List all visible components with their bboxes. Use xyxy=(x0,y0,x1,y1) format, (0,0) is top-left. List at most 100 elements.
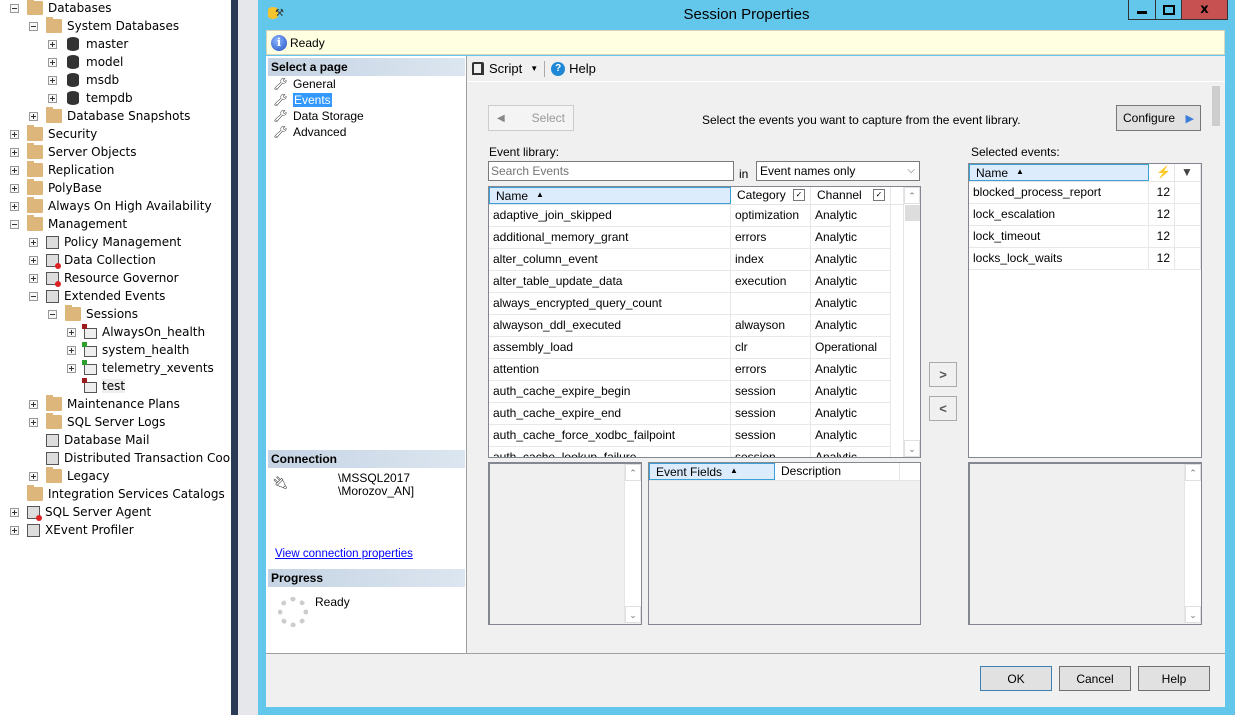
event-library-row[interactable]: additional_memory_grant errors Analytic xyxy=(489,227,891,249)
page-item-general[interactable]: 🔧︎ General xyxy=(273,76,336,92)
tree-node[interactable]: model xyxy=(48,53,123,71)
tree-node[interactable]: Extended Events xyxy=(29,287,165,305)
remove-event-button[interactable]: < xyxy=(929,396,957,421)
page-item-advanced[interactable]: 🔧︎ Advanced xyxy=(273,124,347,140)
expand-icon[interactable] xyxy=(29,417,38,427)
expand-icon[interactable] xyxy=(10,129,19,139)
event-library-row[interactable]: assembly_load clr Operational xyxy=(489,337,891,359)
expand-icon[interactable] xyxy=(67,345,76,355)
column-header-category[interactable]: Category ✓ xyxy=(731,187,811,204)
collapse-icon[interactable] xyxy=(29,21,38,31)
tree-node[interactable]: Databases xyxy=(10,0,112,17)
collapse-icon[interactable] xyxy=(48,309,57,319)
expand-icon[interactable] xyxy=(67,327,76,337)
tree-node[interactable]: XEvent Profiler xyxy=(10,521,134,539)
tree-node[interactable]: Data Collection xyxy=(29,251,156,269)
selected-event-row[interactable]: blocked_process_report 12 xyxy=(969,182,1201,204)
scroll-up-icon[interactable]: ⌃ xyxy=(904,187,920,204)
tree-node[interactable]: Integration Services Catalogs xyxy=(10,485,225,503)
collapse-icon[interactable] xyxy=(10,3,19,13)
expand-icon[interactable] xyxy=(10,165,19,175)
event-library-row[interactable]: alter_column_event index Analytic xyxy=(489,249,891,271)
help-button[interactable]: Help xyxy=(1138,666,1210,691)
column-header-event-fields[interactable]: Event Fields ▲ xyxy=(649,463,775,480)
tree-node[interactable]: PolyBase xyxy=(10,179,102,197)
tree-node[interactable]: Always On High Availability xyxy=(10,197,212,215)
event-library-row[interactable]: alwayson_ddl_executed alwayson Analytic xyxy=(489,315,891,337)
tree-node[interactable]: Distributed Transaction Coordir xyxy=(29,449,231,467)
tree-node[interactable]: Server Objects xyxy=(10,143,137,161)
scroll-down-icon[interactable]: ⌄ xyxy=(625,606,641,623)
expand-icon[interactable] xyxy=(29,111,38,121)
event-library-row[interactable]: attention errors Analytic xyxy=(489,359,891,381)
selected-event-row[interactable]: lock_timeout 12 xyxy=(969,226,1201,248)
scroll-thumb[interactable] xyxy=(905,205,920,221)
expand-icon[interactable] xyxy=(10,525,19,535)
selected-event-row[interactable]: locks_lock_waits 12 xyxy=(969,248,1201,270)
column-header-selected-name[interactable]: Name ▲ xyxy=(969,164,1149,181)
tree-node[interactable]: Security xyxy=(10,125,97,143)
description-scrollbar[interactable]: ⌃ ⌄ xyxy=(624,464,641,623)
event-library-row[interactable]: always_encrypted_query_count Analytic xyxy=(489,293,891,315)
collapse-icon[interactable] xyxy=(29,291,38,301)
expand-icon[interactable] xyxy=(67,363,76,373)
tree-node[interactable]: Database Snapshots xyxy=(29,107,190,125)
help-toolbar-button[interactable]: ? Help xyxy=(551,61,596,76)
expand-icon[interactable] xyxy=(48,57,57,67)
select-button[interactable]: ◀ Select xyxy=(488,105,574,131)
search-scope-select[interactable]: Event names only ⌵ xyxy=(756,161,920,181)
expand-icon[interactable] xyxy=(29,471,38,481)
event-library-scrollbar[interactable]: ⌃ ⌄ xyxy=(903,187,920,457)
event-library-row[interactable]: auth_cache_lookup_failure session Analytic xyxy=(489,447,891,457)
tree-node[interactable]: Database Mail xyxy=(29,431,149,449)
tree-node[interactable]: AlwaysOn_health xyxy=(67,323,205,341)
expand-icon[interactable] xyxy=(10,507,19,517)
scroll-up-icon[interactable]: ⌃ xyxy=(625,464,641,481)
script-button[interactable]: Script xyxy=(472,61,522,76)
configure-button[interactable]: Configure ▶ xyxy=(1116,105,1201,131)
scroll-thumb[interactable] xyxy=(1212,86,1220,126)
tree-node[interactable]: msdb xyxy=(48,71,119,89)
tree-node[interactable]: Sessions xyxy=(48,305,138,323)
expand-icon[interactable] xyxy=(48,93,57,103)
minimize-button[interactable] xyxy=(1128,0,1156,20)
category-filter-icon[interactable]: ✓ xyxy=(793,189,805,201)
column-header-name[interactable]: Name ▲ xyxy=(489,187,731,204)
tree-node[interactable]: test xyxy=(67,377,126,395)
tree-node[interactable]: Maintenance Plans xyxy=(29,395,180,413)
tree-node[interactable]: system_health xyxy=(67,341,189,359)
scroll-up-icon[interactable]: ⌃ xyxy=(1185,464,1201,481)
tree-node[interactable]: Replication xyxy=(10,161,114,179)
title-bar[interactable]: Session Properties x xyxy=(258,0,1235,30)
event-library-row[interactable]: auth_cache_expire_begin session Analytic xyxy=(489,381,891,403)
tree-node[interactable]: master xyxy=(48,35,128,53)
tree-node[interactable]: tempdb xyxy=(48,89,133,107)
view-connection-properties-link[interactable]: View connection properties xyxy=(275,548,413,560)
expand-icon[interactable] xyxy=(48,39,57,49)
cancel-button[interactable]: Cancel xyxy=(1059,666,1131,691)
ok-button[interactable]: OK xyxy=(980,666,1052,691)
event-library-row[interactable]: alter_table_update_data execution Analytic xyxy=(489,271,891,293)
expand-icon[interactable] xyxy=(29,237,38,247)
tree-node[interactable]: Resource Governor xyxy=(29,269,179,287)
page-item-data-storage[interactable]: 🔧︎ Data Storage xyxy=(273,108,364,124)
expand-icon[interactable] xyxy=(29,273,38,283)
tree-node[interactable]: SQL Server Logs xyxy=(29,413,165,431)
page-item-events[interactable]: 🔧︎ Events xyxy=(273,92,332,108)
maximize-button[interactable] xyxy=(1155,0,1182,20)
expand-icon[interactable] xyxy=(29,399,38,409)
panel-splitter[interactable] xyxy=(231,0,238,715)
tree-node[interactable]: Policy Management xyxy=(29,233,181,251)
event-library-row[interactable]: auth_cache_force_xodbc_failpoint session A… xyxy=(489,425,891,447)
expand-icon[interactable] xyxy=(29,255,38,265)
expand-icon[interactable] xyxy=(10,183,19,193)
details-scrollbar[interactable]: ⌃ ⌄ xyxy=(1184,464,1201,623)
add-event-button[interactable]: > xyxy=(929,362,957,387)
scroll-down-icon[interactable]: ⌄ xyxy=(904,440,920,457)
page-scrollbar[interactable] xyxy=(1208,82,1225,653)
tree-node[interactable]: SQL Server Agent xyxy=(10,503,151,521)
collapse-icon[interactable] xyxy=(10,219,19,229)
search-events-input[interactable] xyxy=(488,161,734,181)
expand-icon[interactable] xyxy=(48,75,57,85)
close-button[interactable]: x xyxy=(1181,0,1228,20)
